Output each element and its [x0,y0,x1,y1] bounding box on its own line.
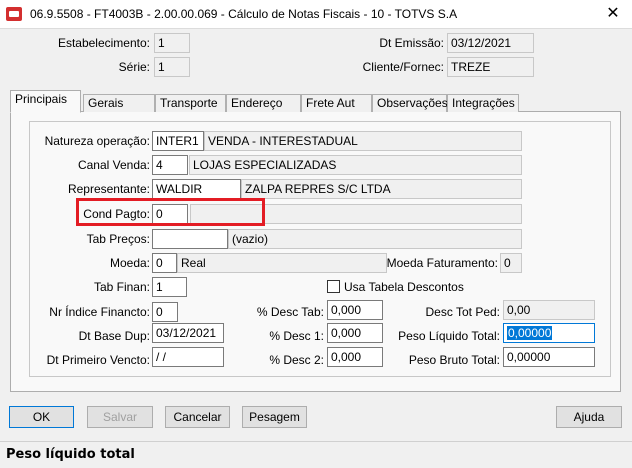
desc1-label: % Desc 1: [269,329,324,343]
tab-transporte[interactable]: Transporte [155,94,226,112]
desc-tab-input[interactable]: 0,000 [327,300,383,320]
tab-principais[interactable]: Principais [10,90,81,113]
ok-button[interactable]: OK [9,406,74,428]
natureza-code-input[interactable]: INTER1 [152,131,204,151]
nr-indice-label: Nr Índice Financto: [49,305,150,319]
moeda-fat-value: 0 [500,253,522,273]
estabelecimento-label: Estabelecimento: [57,36,150,50]
representante-desc: ZALPA REPRES S/C LTDA [241,179,522,199]
tab-finan-label: Tab Finan: [93,280,150,294]
peso-liquido-selection: 0,00000 [507,326,553,340]
tab-precos-input[interactable] [152,229,228,249]
tab-frete-aut[interactable]: Frete Aut [301,94,372,112]
peso-liquido-input[interactable]: 0,00000 [503,323,595,343]
serie-label: Série: [118,60,150,74]
close-icon[interactable]: ✕ [602,4,624,24]
dt-emissao-label: Dt Emissão: [379,36,444,50]
tab-finan-input[interactable]: 1 [152,277,187,297]
peso-bruto-input[interactable]: 0,00000 [503,347,595,367]
window-title: 06.9.5508 - FT4003B - 2.00.00.069 - Cálc… [30,7,458,21]
peso-bruto-label: Peso Bruto Total: [408,353,500,367]
usa-tabela-checkbox[interactable] [327,280,340,293]
desc2-label: % Desc 2: [269,353,324,367]
tab-precos-label: Tab Preços: [86,232,150,246]
natureza-label: Natureza operação: [44,134,150,148]
serie-field: 1 [154,57,190,77]
desc2-input[interactable]: 0,000 [327,347,383,367]
status-bar: Peso líquido total [0,441,632,468]
pesagem-button[interactable]: Pesagem [242,406,307,428]
cancelar-button[interactable]: Cancelar [165,406,230,428]
moeda-label: Moeda: [109,256,150,270]
tab-integracoes[interactable]: Integrações [447,94,519,112]
nr-indice-input[interactable]: 0 [152,302,178,322]
canal-label: Canal Venda: [77,158,150,172]
moeda-desc: Real [177,253,387,273]
ajuda-button[interactable]: Ajuda [556,406,622,428]
tab-gerais[interactable]: Gerais [83,94,155,112]
app-icon [6,7,22,21]
dt-emissao-field: 03/12/2021 [447,33,534,53]
dt-primeiro-label: Dt Primeiro Vencto: [46,353,150,367]
desc-tab-label: % Desc Tab: [256,305,324,319]
canal-desc: LOJAS ESPECIALIZADAS [189,155,522,175]
dt-primeiro-input[interactable]: / / [152,347,224,367]
dt-base-dup-input[interactable]: 03/12/2021 [152,323,224,343]
desc1-input[interactable]: 0,000 [327,323,383,343]
salvar-button[interactable]: Salvar [87,406,153,428]
cliente-label: Cliente/Fornec: [362,60,444,74]
natureza-desc: VENDA - INTERESTADUAL [204,131,522,151]
tab-observacoes[interactable]: Observações [372,94,448,112]
cliente-field: TREZE [447,57,534,77]
representante-code-input[interactable]: WALDIR [152,179,241,199]
moeda-fat-label: Moeda Faturamento: [386,256,498,270]
representante-label: Representante: [67,182,150,196]
desc-tot-ped-label: Desc Tot Ped: [425,305,500,319]
peso-liquido-label: Peso Líquido Total: [398,329,500,343]
desc-tot-ped-value: 0,00 [503,300,595,320]
estabelecimento-field: 1 [154,33,190,53]
title-bar: 06.9.5508 - FT4003B - 2.00.00.069 - Cálc… [0,0,632,29]
tab-endereco[interactable]: Endereço [226,94,301,112]
tab-precos-desc: (vazio) [228,229,522,249]
canal-code-input[interactable]: 4 [152,155,188,175]
dt-base-dup-label: Dt Base Dup: [78,329,150,343]
moeda-input[interactable]: 0 [152,253,177,273]
usa-tabela-label: Usa Tabela Descontos [344,280,464,294]
cond-pagto-highlight [76,198,265,226]
